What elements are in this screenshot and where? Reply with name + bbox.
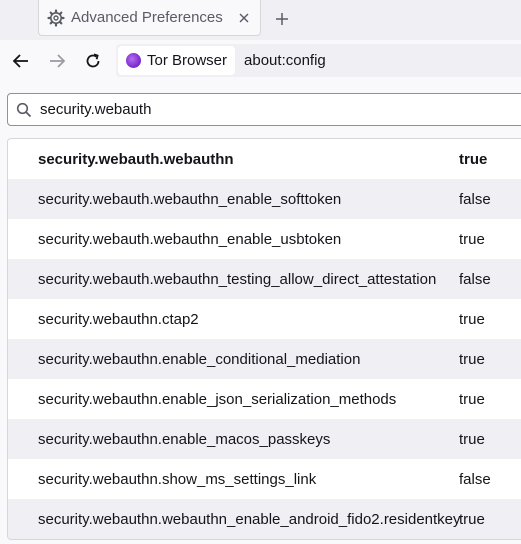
preference-search-input[interactable] bbox=[40, 101, 480, 118]
tab-strip: Advanced Preferences bbox=[0, 0, 521, 40]
preference-name: security.webauthn.show_ms_settings_link bbox=[38, 470, 317, 488]
preference-search-box[interactable] bbox=[7, 93, 521, 126]
forward-arrow-icon[interactable] bbox=[46, 50, 68, 72]
preference-row[interactable]: security.webauth.webauthn_enable_softtok… bbox=[8, 179, 521, 219]
preference-value[interactable]: true bbox=[459, 351, 521, 368]
preference-name: security.webauth.webauthn_enable_softtok… bbox=[38, 190, 342, 208]
preference-value[interactable]: true bbox=[459, 431, 521, 448]
preference-name: security.webauthn.enable_macos_passkeys bbox=[38, 430, 331, 448]
preference-value[interactable]: true bbox=[459, 151, 521, 168]
back-arrow-icon[interactable] bbox=[10, 50, 32, 72]
identity-label: Tor Browser bbox=[147, 52, 228, 69]
preference-name: security.webauth.webauthn bbox=[38, 150, 234, 168]
preference-name: security.webauthn.ctap2 bbox=[38, 310, 199, 328]
preference-value[interactable]: false bbox=[459, 271, 521, 288]
preference-name: security.webauthn.enable_conditional_med… bbox=[38, 350, 361, 368]
search-icon bbox=[16, 102, 32, 118]
tab-title: Advanced Preferences bbox=[71, 9, 223, 26]
preference-row[interactable]: security.webauth.webauthn_enable_usbtoke… bbox=[8, 219, 521, 259]
preference-row[interactable]: security.webauthn.ctap2 true bbox=[8, 299, 521, 339]
preference-row[interactable]: security.webauthn.show_ms_settings_link f… bbox=[8, 459, 521, 499]
tab-advanced-preferences[interactable]: Advanced Preferences bbox=[38, 0, 261, 36]
new-tab-plus-icon[interactable] bbox=[272, 9, 292, 29]
preference-name: security.webauth.webauthn_testing_allow_… bbox=[38, 270, 437, 288]
preference-row[interactable]: security.webauthn.enable_macos_passkeys t… bbox=[8, 419, 521, 459]
preference-name: security.webauth.webauthn_enable_usbtoke… bbox=[38, 230, 342, 248]
preference-name: security.webauthn.enable_json_serializat… bbox=[38, 390, 397, 408]
preference-row[interactable]: security.webauthn.webauthn_enable_androi… bbox=[8, 499, 521, 539]
preference-name: security.webauthn.webauthn_enable_androi… bbox=[38, 510, 461, 528]
preference-value[interactable]: true bbox=[459, 311, 521, 328]
preferences-table: security.webauth.webauthn true security.we… bbox=[7, 138, 521, 540]
preference-value[interactable]: false bbox=[459, 191, 521, 208]
url-bar[interactable]: Tor Browser about:config bbox=[116, 44, 521, 77]
preference-value[interactable]: true bbox=[459, 231, 521, 248]
preference-row[interactable]: security.webauth.webauthn_testing_allow_… bbox=[8, 259, 521, 299]
reload-icon[interactable] bbox=[82, 50, 104, 72]
close-tab-icon[interactable] bbox=[236, 10, 252, 26]
navigation-bar: Tor Browser about:config bbox=[0, 40, 521, 81]
preference-value[interactable]: true bbox=[459, 391, 521, 408]
preference-row[interactable]: security.webauthn.enable_conditional_med… bbox=[8, 339, 521, 379]
gear-icon bbox=[47, 8, 65, 27]
preference-value[interactable]: false bbox=[459, 471, 521, 488]
preference-row[interactable]: security.webauthn.enable_json_serializat… bbox=[8, 379, 521, 419]
identity-box[interactable]: Tor Browser bbox=[118, 46, 236, 75]
preference-row[interactable]: security.webauth.webauthn true bbox=[8, 139, 521, 179]
url-text[interactable]: about:config bbox=[244, 52, 326, 69]
preference-value[interactable]: true bbox=[459, 511, 521, 528]
tor-onion-icon bbox=[126, 53, 141, 68]
